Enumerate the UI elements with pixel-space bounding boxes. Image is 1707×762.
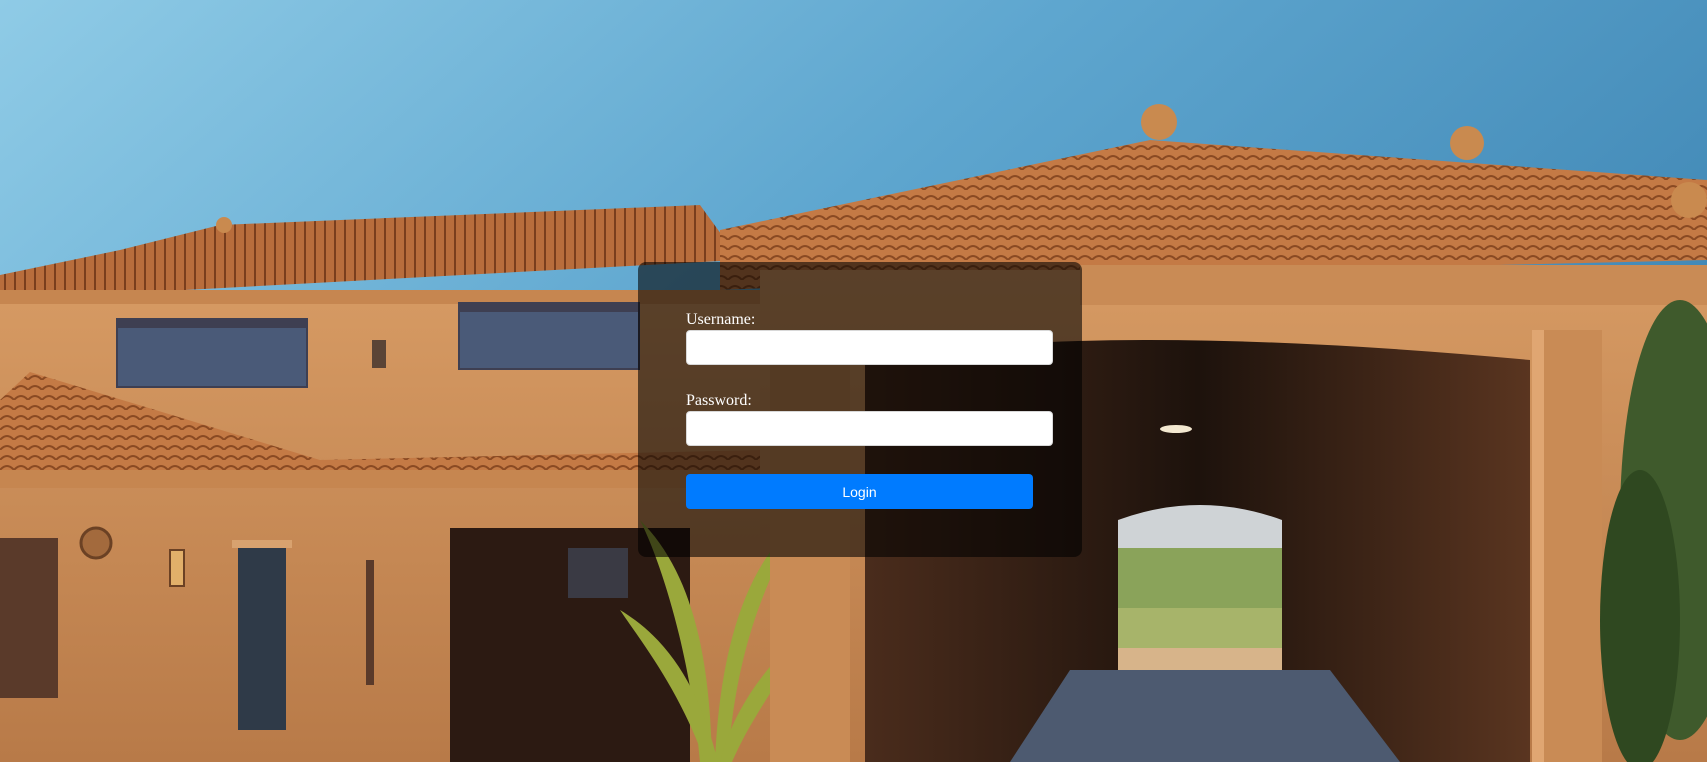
username-field-group: Username: bbox=[686, 311, 1082, 365]
login-button[interactable]: Login bbox=[686, 474, 1033, 509]
username-input[interactable] bbox=[686, 330, 1053, 365]
password-label: Password: bbox=[686, 392, 752, 409]
login-form: Username: Password: Login bbox=[638, 262, 1082, 557]
password-input[interactable] bbox=[686, 411, 1053, 446]
username-label: Username: bbox=[686, 311, 756, 328]
password-field-group: Password: bbox=[686, 392, 1082, 446]
